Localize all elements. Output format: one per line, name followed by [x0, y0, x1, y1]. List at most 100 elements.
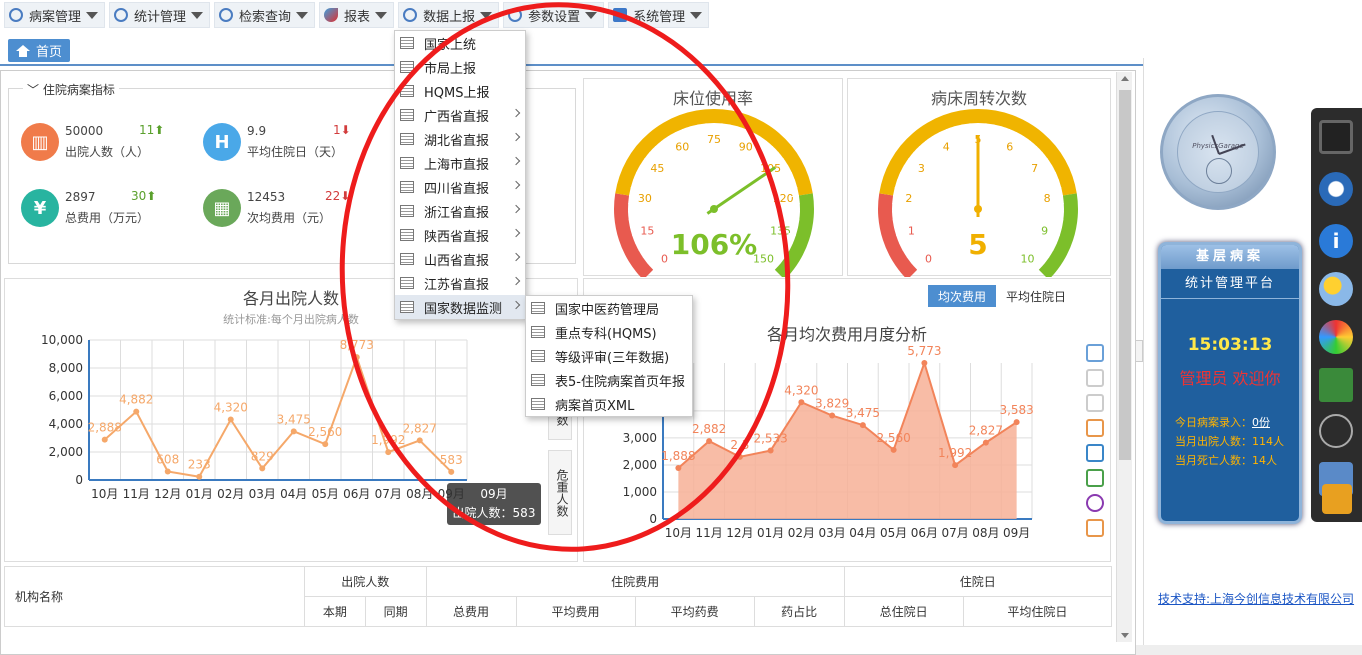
dropdown-item-label: 国家上统	[424, 37, 477, 53]
data-label: 583	[440, 453, 463, 467]
dropdown-item[interactable]: 国家上统	[395, 31, 525, 55]
menu-item-2[interactable]: 检索查询	[214, 2, 316, 28]
info-icon[interactable]: i	[1319, 224, 1353, 258]
indicator-legend[interactable]: ﹀ 住院病案指标	[23, 81, 119, 98]
gauge-tick-mark	[1000, 126, 1003, 131]
submenu-item[interactable]: 等级评审(三年数据)	[526, 344, 692, 368]
gauge-tick-mark	[789, 241, 794, 244]
x-tick-label: 03月	[249, 487, 276, 501]
x-tick-label: 02月	[217, 487, 244, 501]
dropdown-item[interactable]: 湖北省直报	[395, 127, 525, 151]
menu-item-5[interactable]: 参数设置	[503, 2, 605, 28]
indicator-label: 总费用（万元）	[65, 211, 150, 225]
window-icon[interactable]	[1319, 368, 1353, 402]
form-icon	[400, 301, 414, 313]
menu-item-4[interactable]: 数据上报	[398, 2, 500, 28]
gauge-value: 106%	[671, 228, 758, 261]
dropdown-item[interactable]: 上海市直报	[395, 151, 525, 175]
menu-item-3[interactable]: 报表	[319, 2, 395, 28]
chevron-right-icon	[511, 252, 521, 262]
toggle-avg-stay[interactable]: 平均住院日	[996, 285, 1077, 307]
line-chart-icon[interactable]	[1086, 444, 1104, 462]
x-tick-label: 10月	[665, 526, 692, 540]
edit-icon[interactable]	[1086, 344, 1104, 362]
data-point	[952, 462, 959, 469]
scroll-down-icon[interactable]	[1121, 633, 1129, 638]
gauge-hub	[974, 205, 982, 213]
stats-icon	[114, 8, 129, 22]
gauge-tick-mark	[1007, 128, 1011, 133]
gauge-needle	[706, 166, 777, 215]
data-point	[736, 453, 743, 460]
scroll-up-icon[interactable]	[1121, 76, 1129, 81]
gauge-tick-label: 1	[908, 225, 915, 238]
data-view-icon[interactable]	[1086, 419, 1104, 437]
stats-table: 机构名称 出院人数 住院费用 住院日 本期 同期 总费用 平均费用 平均药费 药…	[4, 566, 1113, 627]
submenu-item[interactable]: 病案首页XML	[526, 392, 692, 416]
dropdown-item[interactable]: HQMS上报	[395, 79, 525, 103]
data-label: 3,475	[277, 412, 311, 426]
gauge-tick-mark	[654, 145, 659, 150]
main-scrollbar[interactable]	[1116, 72, 1132, 642]
anchor-icon[interactable]	[1319, 414, 1353, 448]
menu-label: 参数设置	[528, 9, 581, 25]
toggle-avg-cost[interactable]: 均次费用	[928, 285, 997, 307]
caret-down-icon	[191, 11, 204, 19]
dropdown-item-label: 上海市直报	[424, 157, 490, 173]
save-icon[interactable]	[1086, 519, 1104, 537]
col-avg-cost: 平均费用	[515, 596, 636, 627]
gauge-tick-mark	[945, 128, 949, 133]
submenu-item[interactable]: 国家中医药管理局	[526, 296, 692, 320]
chevron-right-icon	[511, 300, 521, 310]
lock-icon[interactable]	[1322, 484, 1352, 514]
gauge-tick-mark	[748, 132, 754, 140]
scroll-thumb[interactable]	[1119, 90, 1131, 460]
upload-icon	[403, 8, 418, 22]
clock-subdial	[1206, 158, 1232, 184]
x-tick-label: 05月	[312, 487, 339, 501]
indicator-icon: ▥	[21, 123, 59, 161]
refresh-icon[interactable]	[1086, 494, 1104, 512]
chart-toolbox	[1086, 344, 1108, 544]
weather-icon[interactable]	[1319, 272, 1353, 306]
caret-down-icon	[296, 11, 309, 19]
submenu-item[interactable]: 表5-住院病案首页年报	[526, 368, 692, 392]
menu-item-1[interactable]: 统计管理	[109, 2, 211, 28]
today-entry-link[interactable]: 0份	[1252, 416, 1270, 429]
gauge-tick-label: 3	[918, 162, 925, 175]
gauge-tick-mark	[906, 254, 911, 258]
tab-home[interactable]: 首页	[8, 39, 71, 62]
data-label: 3,583	[999, 403, 1033, 417]
gauge-tick-mark	[638, 248, 643, 251]
graduation-cap-icon[interactable]	[1319, 120, 1353, 154]
dropdown-item[interactable]: 江苏省直报	[395, 271, 525, 295]
tech-support-link[interactable]: 技术支持:上海今创信息技术有限公司	[1158, 590, 1354, 607]
y-tick-label: 4,000	[49, 417, 83, 431]
submenu-item[interactable]: 重点专科(HQMS)	[526, 320, 692, 344]
bar-chart-icon[interactable]	[1086, 469, 1104, 487]
menu-item-0[interactable]: 病案管理	[4, 2, 106, 28]
dropdown-item[interactable]: 广西省直报	[395, 103, 525, 127]
gauge-title: 病床周转次数	[930, 89, 1027, 108]
menu-item-6[interactable]: 系统管理	[608, 2, 710, 28]
dropdown-item[interactable]: 四川省直报	[395, 175, 525, 199]
data-point	[290, 428, 297, 435]
side-tab-critical[interactable]: 危重人数	[548, 450, 572, 535]
dropdown-item[interactable]: 市局上报	[395, 55, 525, 79]
dropdown-item[interactable]: 浙江省直报	[395, 199, 525, 223]
dropdown-item[interactable]: 陕西省直报	[395, 223, 525, 247]
dropdown-item[interactable]: 国家数据监测	[395, 295, 525, 319]
submenu-item-label: 国家中医药管理局	[555, 302, 660, 318]
clock-icon[interactable]	[1319, 172, 1353, 206]
bottom-scrollbar[interactable]	[1136, 645, 1362, 655]
data-label: 2,882	[692, 422, 726, 436]
pencil-icon[interactable]	[1086, 369, 1104, 387]
dropdown-item[interactable]: 山西省直报	[395, 247, 525, 271]
system-icon	[613, 8, 628, 22]
restore-icon[interactable]	[1086, 394, 1104, 412]
collapse-handle[interactable]	[1135, 340, 1143, 362]
palette-icon[interactable]	[1319, 320, 1353, 354]
gauge-tick-mark	[790, 179, 796, 182]
data-label: 3,475	[846, 406, 880, 420]
group-cost: 住院费用	[425, 566, 845, 597]
